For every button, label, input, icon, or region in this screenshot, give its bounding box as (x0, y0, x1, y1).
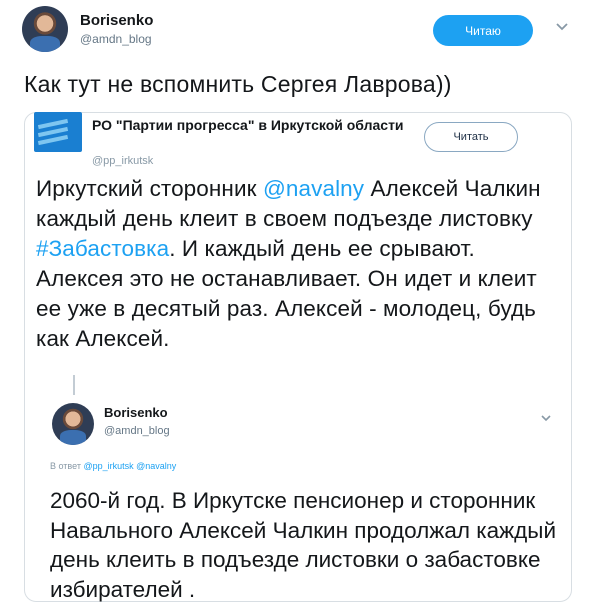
author-name[interactable]: Borisenko (80, 12, 153, 29)
reply-avatar[interactable] (52, 403, 94, 445)
follow-button[interactable]: Читаю (433, 15, 533, 46)
reply-author-handle[interactable]: @amdn_blog (104, 425, 170, 437)
quoted-follow-button[interactable]: Читать (424, 122, 518, 152)
avatar[interactable] (22, 6, 68, 52)
text-segment: Иркутский сторонник (36, 176, 263, 201)
author-handle[interactable]: @amdn_blog (80, 32, 152, 46)
quoted-tweet-text: Иркутский сторонник @navalny Алексей Чал… (36, 174, 566, 354)
in-reply-to: В ответ @pp_irkutsk @navalny (50, 461, 176, 471)
tweet-text: Как тут не вспомнить Сергея Лаврова)) (24, 71, 452, 97)
quoted-author-name[interactable]: РО "Партии прогресса" в Иркутской област… (92, 117, 450, 133)
party-logo-icon (34, 112, 82, 152)
chevron-down-icon[interactable] (540, 412, 552, 426)
reply-tweet-text: 2060-й год. В Иркутске пенсионер и сторо… (50, 488, 557, 602)
in-reply-handles[interactable]: @pp_irkutsk @navalny (83, 461, 176, 471)
reply-author-name[interactable]: Borisenko (104, 405, 168, 420)
quoted-author-handle[interactable]: @pp_irkutsk (92, 155, 153, 167)
mention-link[interactable]: @navalny (263, 176, 364, 201)
thread-connector (73, 375, 75, 395)
in-reply-prefix: В ответ (50, 461, 81, 471)
hashtag-link[interactable]: #Забастовка (36, 236, 169, 261)
chevron-down-icon[interactable] (555, 20, 569, 34)
